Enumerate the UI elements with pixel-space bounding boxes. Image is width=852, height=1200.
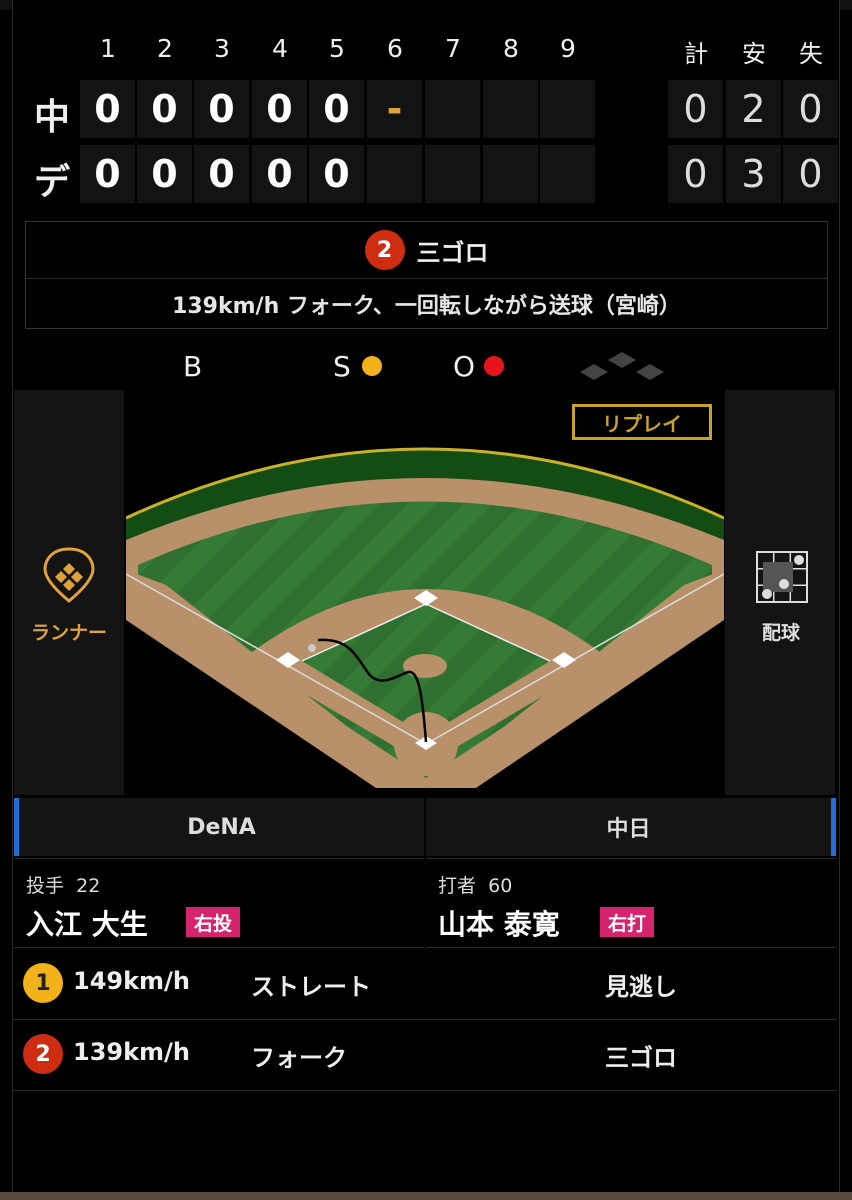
pitch-chart-icon <box>756 551 808 603</box>
rhe-cell: 2 <box>726 80 781 138</box>
rhe-header: 計 <box>684 40 708 68</box>
inning-score-cell <box>483 145 538 203</box>
pitch-number-badge: 2 <box>364 230 405 270</box>
pitch-number-badge: 1 <box>23 963 63 1003</box>
team-abbr-visitor: 中 <box>33 97 70 138</box>
pitcher-hand-badge: 右投 <box>186 907 241 937</box>
rhe-cell: 3 <box>726 145 781 203</box>
runner-icon <box>43 547 95 603</box>
batter-card[interactable]: 打者 60 山本 泰寛 右打 <box>426 858 836 948</box>
inning-score-cell: 0 <box>194 80 249 138</box>
runner-panel[interactable]: ランナー <box>14 390 124 795</box>
inning-score-cell <box>425 145 480 203</box>
inning-header: 9 <box>560 34 576 63</box>
pitch-result: 見逃し <box>605 973 677 1001</box>
rhe-header: 失 <box>799 40 823 68</box>
rhe-cell: 0 <box>668 145 723 203</box>
play-detail: 139km/h フォーク、一回転しながら送球（宮崎） <box>172 293 681 319</box>
play-result: 三ゴロ <box>416 238 489 267</box>
inning-score-cell: 0 <box>252 145 307 203</box>
runner-label: ランナー <box>31 622 108 644</box>
field-view <box>126 390 724 795</box>
pitch-chart-label: 配球 <box>762 622 801 644</box>
inning-score-cell <box>367 145 422 203</box>
pitch-chart-panel[interactable]: 配球 <box>725 390 835 795</box>
pitcher-role: 投手 22 <box>26 875 101 897</box>
inning-score-cell <box>425 80 480 138</box>
ball-label: B <box>183 350 203 383</box>
inning-score-cell: 0 <box>309 80 364 138</box>
pitch-type: ストレート <box>251 973 371 1001</box>
pitch-type: フォーク <box>251 1044 347 1072</box>
inning-header: 4 <box>272 34 288 63</box>
inning-header: 1 <box>100 34 116 63</box>
inning-header: 7 <box>445 34 461 63</box>
inning-score-cell: 0 <box>137 145 192 203</box>
inning-score-cell: 0 <box>309 145 364 203</box>
rhe-cell: 0 <box>783 80 838 138</box>
pitch-speed: 139km/h <box>73 1038 190 1066</box>
tab-away-team[interactable]: 中日 <box>426 798 836 856</box>
inning-score-cell <box>540 80 595 138</box>
inning-header: 8 <box>503 34 519 63</box>
batter-role: 打者 60 <box>438 875 513 897</box>
batter-hand-badge: 右打 <box>600 907 655 937</box>
inning-score-cell: 0 <box>194 145 249 203</box>
inning-score-cell: 0 <box>137 80 192 138</box>
pitch-speed: 149km/h <box>73 967 190 995</box>
batter-name: 山本 泰寛 <box>438 908 560 941</box>
inning-header: 2 <box>157 34 173 63</box>
inning-header: 5 <box>329 34 345 63</box>
inning-score-cell <box>483 80 538 138</box>
rhe-cell: 0 <box>783 145 838 203</box>
rhe-cell: 0 <box>668 80 723 138</box>
baseball-field <box>126 447 724 788</box>
play-result-row: 2 三ゴロ <box>26 222 827 279</box>
inning-score-cell: - <box>367 80 422 138</box>
inning-score-cell: 0 <box>252 80 307 138</box>
pitch-number-badge: 2 <box>23 1034 63 1074</box>
inning-score-cell <box>540 145 595 203</box>
inning-header: 6 <box>387 34 403 63</box>
bottom-strip <box>0 1192 852 1200</box>
out-label: O <box>453 350 476 383</box>
out-indicator <box>484 356 504 376</box>
pitch-row[interactable]: 2 139km/h フォーク 三ゴロ <box>13 1020 837 1091</box>
strike-indicator <box>362 356 382 376</box>
play-result-box: 2 三ゴロ 139km/h フォーク、一回転しながら送球（宮崎） <box>25 221 828 329</box>
ball-marker <box>308 644 316 652</box>
inning-score-cell: 0 <box>80 80 135 138</box>
strike-label: S <box>333 350 351 383</box>
rhe-header: 安 <box>742 40 766 68</box>
pitcher-name: 入江 大生 <box>26 908 148 941</box>
team-abbr-home: デ <box>33 162 70 203</box>
tab-home-team[interactable]: DeNA <box>14 798 424 856</box>
replay-button[interactable]: リプレイ <box>572 404 712 440</box>
pitch-result: 三ゴロ <box>605 1044 677 1072</box>
pitcher-card[interactable]: 投手 22 入江 大生 右投 <box>14 858 424 948</box>
inning-score-cell: 0 <box>80 145 135 203</box>
bases-icon <box>580 352 664 380</box>
inning-header: 3 <box>214 34 230 63</box>
pitch-row[interactable]: 1 149km/h ストレート 見逃し <box>13 949 837 1020</box>
